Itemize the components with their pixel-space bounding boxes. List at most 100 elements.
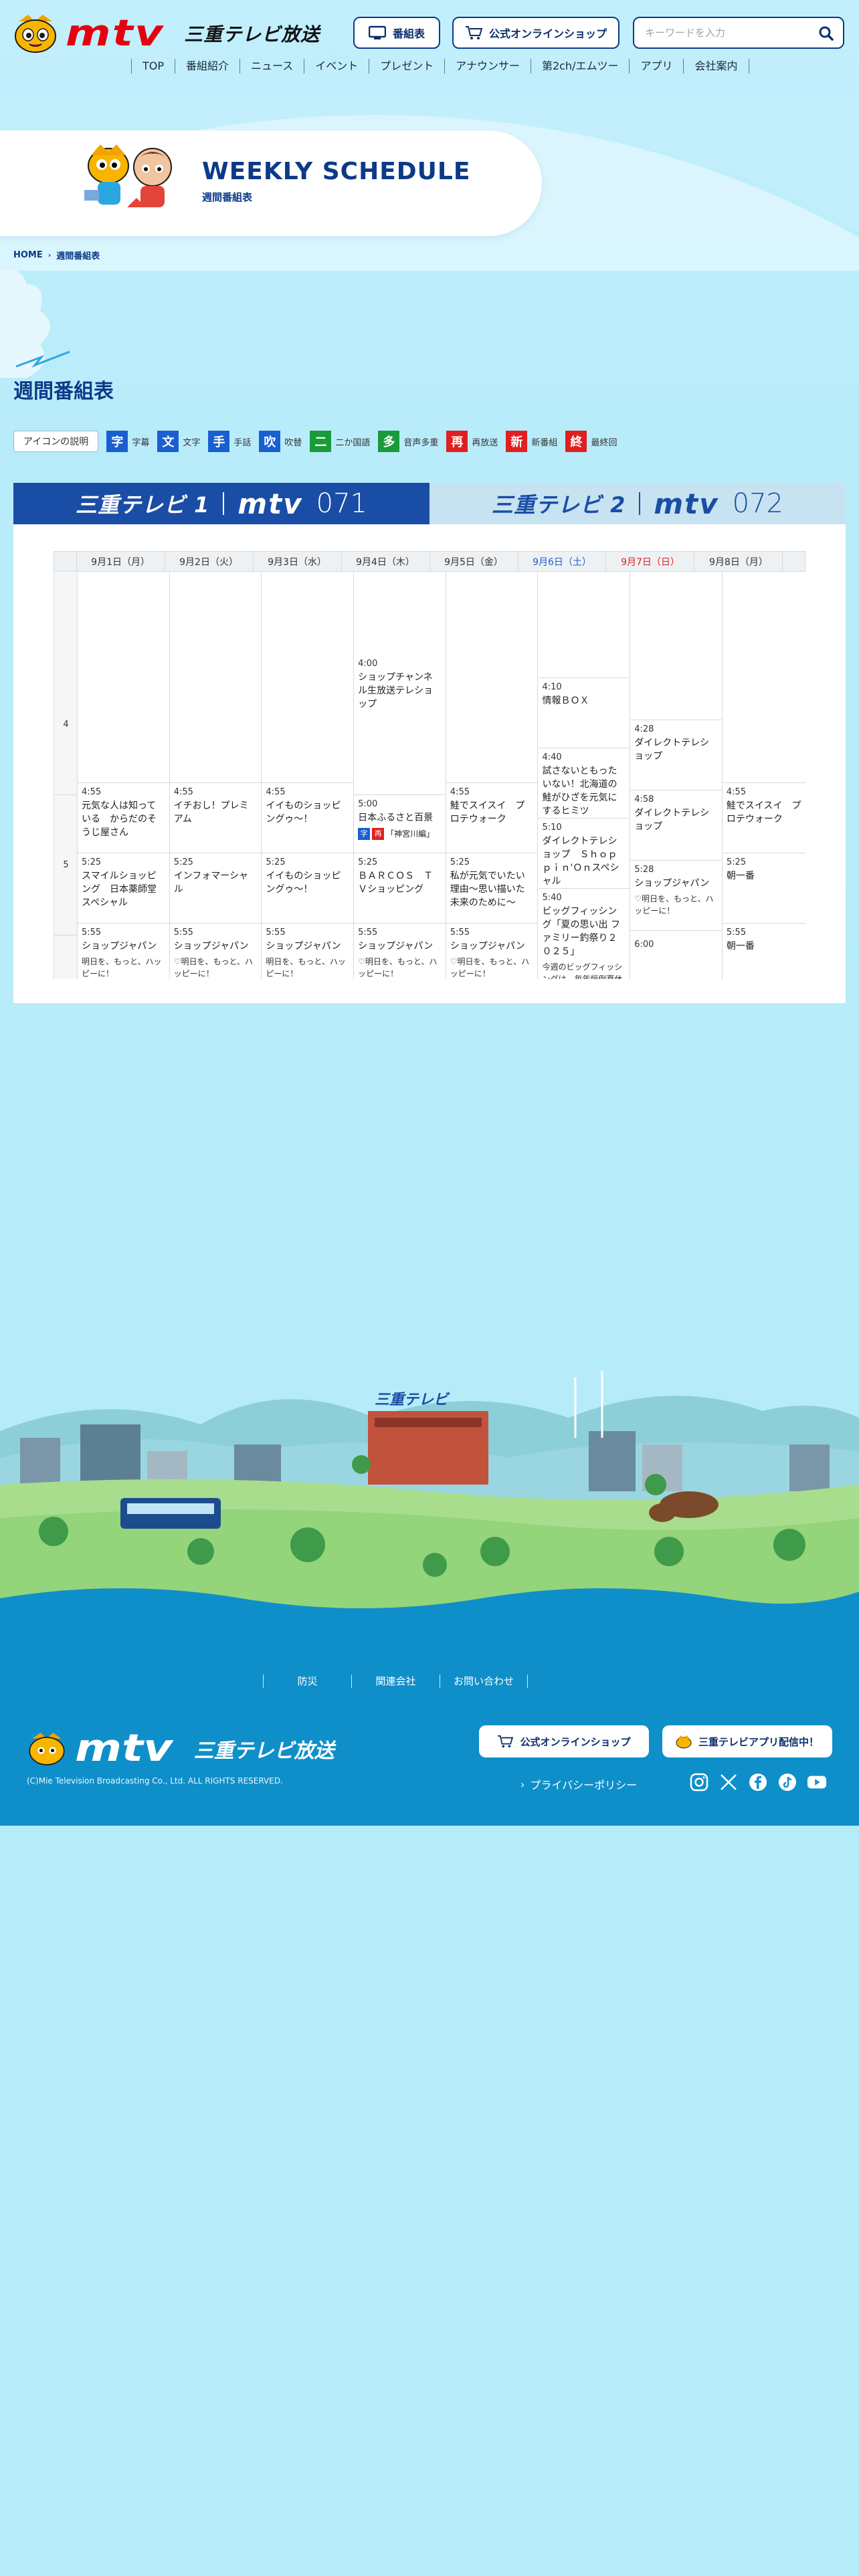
- footer-logo[interactable]: mtv 三重テレビ放送: [27, 1727, 335, 1770]
- schedule-header-row: 9月1日（月） 9月2日（火） 9月3日（水） 9月4日（木） 9月5日（金） …: [54, 552, 805, 572]
- gnav-news[interactable]: ニュース: [240, 59, 305, 74]
- program-cell[interactable]: 4:55 鮭でスイスイ プロテウォーク: [446, 783, 538, 853]
- program-time: 4:55: [266, 787, 286, 797]
- program-cell[interactable]: 4:55 鮭でスイスイ プロテウォーク: [722, 783, 805, 853]
- program-title: ビッグフィッシング「夏の思い出 ファミリー釣祭り２０２５」: [542, 905, 620, 957]
- gnav-second-channel[interactable]: 第2ch/エムツー: [531, 59, 630, 74]
- program-cell[interactable]: 5:25 イイものショッピングゥ～！: [262, 853, 354, 924]
- schedule-grid[interactable]: 9月1日（月） 9月2日（火） 9月3日（水） 9月4日（木） 9月5日（金） …: [54, 551, 805, 979]
- youtube-icon[interactable]: [807, 1772, 827, 1792]
- gnav-present[interactable]: プレゼント: [369, 59, 446, 74]
- program-title: 朝一番: [726, 941, 755, 952]
- gnav-company[interactable]: 会社案内: [684, 59, 749, 74]
- program-cell[interactable]: 5:25 スマイルショッピング 日本薬師堂スペシャル: [78, 853, 169, 924]
- program-time: 4:55: [173, 787, 193, 797]
- footer-link-affiliates[interactable]: 関連会社: [351, 1675, 440, 1688]
- gnav-top[interactable]: TOP: [131, 59, 176, 74]
- program-cell[interactable]: 5:55 ショップジャパン ♡明日を、もっと、ハッピーに！: [354, 924, 446, 979]
- program-guide-label: 番組表: [392, 27, 425, 40]
- program-time: 4:55: [450, 787, 470, 797]
- gnav-programs[interactable]: 番組紹介: [175, 59, 241, 74]
- channel-name: 三重テレビ 2: [492, 492, 626, 518]
- icon-legend-button[interactable]: アイコンの説明: [13, 431, 99, 452]
- subtitle-icon: 字: [358, 827, 371, 840]
- day-header: 9月8日（月）: [694, 552, 783, 571]
- hour-label: 5: [54, 795, 78, 936]
- gnav-events[interactable]: イベント: [304, 59, 370, 74]
- program-cell[interactable]: 5:55 ショップジャパン ♡明日を、もっと、ハッピーに！: [170, 924, 262, 979]
- footer-company-name: 三重テレビ放送: [193, 1739, 335, 1763]
- program-cell[interactable]: 5:28 ショップジャパン ♡明日を、もっと、ハッピーに！: [630, 861, 722, 931]
- program-cell[interactable]: 4:55 元気な人は知っている からだのそうじ屋さん: [78, 783, 169, 853]
- hour-label: 4: [54, 655, 78, 795]
- channel-tabs: 三重テレビ 1 mtv 071 三重テレビ 2 mtv 072: [13, 483, 846, 524]
- footer-app-label: 三重テレビアプリ配信中！: [698, 1735, 819, 1748]
- footer-app-button[interactable]: 三重テレビアプリ配信中！: [662, 1725, 832, 1757]
- program-cell[interactable]: 5:55 ショップジャパン 明日を、もっと、ハッピーに！: [78, 924, 169, 979]
- program-cell[interactable]: 5:40 ビッグフィッシング「夏の思い出 ファミリー釣祭り２０２５」 今週のビッグフ…: [539, 889, 630, 980]
- chevron-right-icon: ›: [47, 251, 52, 259]
- program-title: 情報ＢＯＸ: [542, 695, 589, 706]
- program-title: ダイレクトテレショップ: [634, 737, 710, 762]
- program-cell[interactable]: 5:55 朝一番: [723, 924, 805, 979]
- program-cell[interactable]: 5:00 日本ふるさと百景字再「神宮川編」: [354, 795, 446, 853]
- program-badges: 字再「神宮川編」: [358, 827, 442, 841]
- footer-shop-button[interactable]: 公式オンラインショップ: [479, 1725, 649, 1757]
- empty-slot: [446, 572, 538, 783]
- search-box: [633, 17, 844, 49]
- gnav-announcer[interactable]: アナウンサー: [445, 59, 531, 74]
- tab-channel-1[interactable]: 三重テレビ 1 mtv 071: [13, 483, 430, 524]
- program-cell[interactable]: 4:40 試さないともったいない！北海道の鮭がひざを元気にするヒミツ: [538, 748, 630, 819]
- online-shop-button[interactable]: 公式オンラインショップ: [452, 17, 619, 49]
- program-description: ♡明日を、もっと、ハッピーに！: [173, 957, 253, 978]
- tab-channel-2[interactable]: 三重テレビ 2 mtv 072: [430, 483, 846, 524]
- program-title: ダイレクトテレショップ: [634, 807, 710, 832]
- breadcrumb: HOME › 週間番組表: [13, 249, 100, 261]
- legend-label: 新番組: [531, 437, 558, 448]
- empty-slot: [630, 572, 722, 720]
- tiktok-icon[interactable]: [777, 1772, 797, 1792]
- subtitle-icon: 字: [106, 431, 128, 452]
- instagram-icon[interactable]: [689, 1772, 709, 1792]
- program-title: ショップジャパン: [82, 941, 157, 952]
- search-input[interactable]: [645, 27, 819, 39]
- program-cell[interactable]: 5:10 ダイレクトテレショップ Ｓｈｏｐｐｉｎ'Ｏｎスペシャル: [538, 819, 630, 889]
- program-cell[interactable]: 5:25 朝一番: [722, 853, 805, 924]
- program-cell[interactable]: 4:55 イイものショッピングゥ～！: [262, 783, 354, 853]
- program-cell[interactable]: 4:58 ダイレクトテレショップ: [630, 790, 722, 861]
- facebook-icon[interactable]: [748, 1772, 768, 1792]
- empty-slot: 6:00: [630, 935, 722, 979]
- program-time: 6:00: [634, 939, 654, 950]
- program-cell[interactable]: 5:25 ＢＡＲＣＯＳ ＴＶショッピング: [354, 853, 446, 924]
- program-cell[interactable]: 4:10 情報ＢＯＸ: [538, 678, 630, 748]
- x-twitter-icon[interactable]: [719, 1772, 739, 1792]
- program-title: ダイレクトテレショップ Ｓｈｏｐｐｉｎ'Ｏｎスペシャル: [542, 835, 619, 887]
- footer-link-disaster[interactable]: 防災: [263, 1675, 351, 1688]
- breadcrumb-home[interactable]: HOME: [13, 250, 43, 260]
- program-title: イイものショッピングゥ～！: [266, 871, 341, 895]
- program-cell[interactable]: 5:55 ショップジャパン 明日を、もっと、ハッピーに！: [262, 924, 353, 979]
- empty-slot: [262, 572, 354, 783]
- program-time: 5:55: [266, 928, 286, 938]
- program-cell[interactable]: 4:55 イチおし！プレミアム: [169, 783, 262, 853]
- rerun-icon: 再: [446, 431, 468, 452]
- program-title: 鮭でスイスイ プロテウォーク: [450, 800, 525, 825]
- program-time: 5:55: [173, 928, 193, 938]
- search-icon[interactable]: [819, 26, 834, 41]
- program-cell[interactable]: 5:55 ショップジャパン ♡明日を、もっと、ハッピーに！: [446, 924, 538, 979]
- site-logo-link[interactable]: mtv 三重テレビ放送: [12, 13, 320, 53]
- chevron-right-icon: ›: [520, 1778, 525, 1791]
- program-cell[interactable]: 4:00 ショップチャンネル生放送テレショップ: [354, 655, 446, 795]
- program-guide-button[interactable]: 番組表: [353, 17, 440, 49]
- footer-link-contact[interactable]: お問い合わせ: [440, 1675, 528, 1688]
- privacy-policy-link[interactable]: › プライバシーポリシー: [520, 1776, 637, 1792]
- program-time: 5:55: [358, 928, 378, 938]
- day-column: 4:00 ショップチャンネル生放送テレショップ 5:00 日本ふるさと百景字再「神宮川…: [354, 572, 446, 979]
- program-cell[interactable]: 5:25 私が元気でいたい理由～思い描いた未来のために～: [446, 853, 538, 924]
- program-cell[interactable]: 4:28 ダイレクトテレショップ: [630, 720, 722, 790]
- program-cell[interactable]: 5:25 インフォマーシャル: [169, 853, 262, 924]
- mascot-logo-icon: [15, 15, 56, 53]
- new-program-icon: 新: [506, 431, 528, 452]
- gnav-app[interactable]: アプリ: [630, 59, 684, 74]
- legend-label: 吹替: [284, 437, 302, 448]
